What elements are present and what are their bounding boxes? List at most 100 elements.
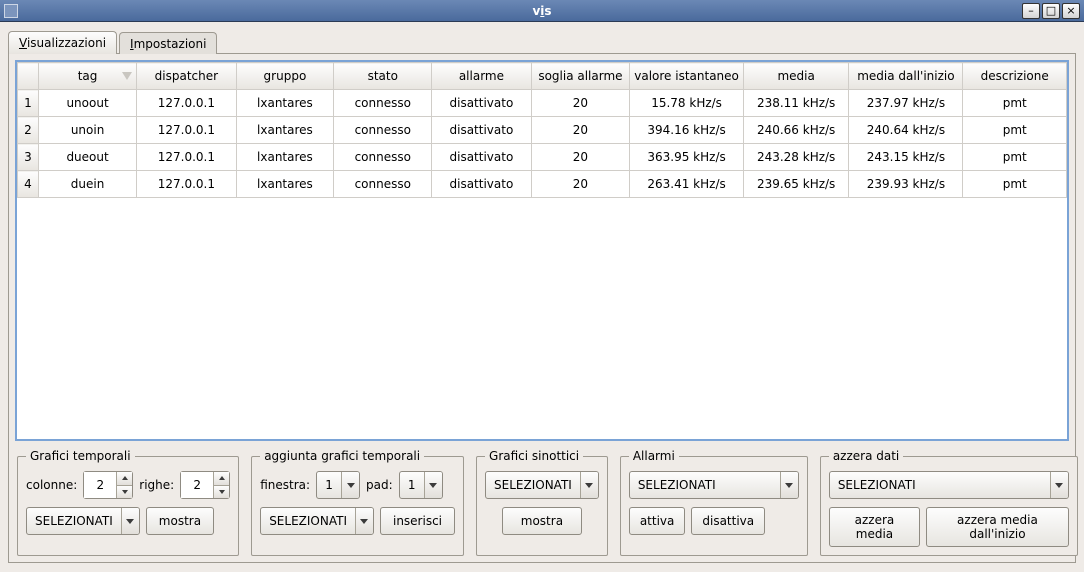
panel-azzera: azzera dati SELEZIONATI azzera media azz… [820,449,1078,556]
cell-stato: connesso [334,144,432,171]
colonne-spinner[interactable] [83,471,133,499]
disattiva-button[interactable]: disattiva [691,507,765,535]
row-number[interactable]: 1 [18,90,39,117]
cell-media: 238.11 kHz/s [743,90,848,117]
righe-label: righe: [139,478,174,492]
colonne-input[interactable] [84,472,116,498]
combo-value: SELEZIONATI [830,472,1050,498]
righe-spinner[interactable] [180,471,230,499]
combo-value: SELEZIONATI [261,508,355,534]
col-stato[interactable]: stato [334,63,432,90]
col-dispatcher[interactable]: dispatcher [137,63,236,90]
spin-up-icon[interactable] [213,472,229,485]
col-gruppo[interactable]: gruppo [236,63,334,90]
tab-impostazioni[interactable]: Impostazioni [119,32,217,54]
col-label: gruppo [264,69,307,83]
combo-value: 1 [317,472,341,498]
cell-valore: 263.41 kHz/s [630,171,744,198]
tab-visualizzazioni[interactable]: Visualizzazioni [8,31,117,54]
cell-tag: dueout [38,144,136,171]
cell-descrizione: pmt [963,117,1067,144]
row-number[interactable]: 3 [18,144,39,171]
col-label: media [777,69,814,83]
table-empty-area [17,198,1067,418]
cell-dispatcher: 127.0.0.1 [137,117,236,144]
combo-value: SELEZIONATI [27,508,121,534]
window-title: vis [0,4,1084,18]
minimize-button[interactable]: – [1022,3,1040,19]
col-soglia[interactable]: soglia allarme [531,63,630,90]
panel-legend: Allarmi [629,449,679,463]
table-row[interactable]: 1unoout127.0.0.1lxantaresconnessodisatti… [18,90,1067,117]
finestra-combo[interactable]: 1 [316,471,360,499]
cell-valore: 15.78 kHz/s [630,90,744,117]
col-label: dispatcher [155,69,218,83]
chevron-down-icon[interactable] [1050,472,1068,498]
chevron-down-icon[interactable] [341,472,359,498]
cell-media: 239.65 kHz/s [743,171,848,198]
azzera-sel-combo[interactable]: SELEZIONATI [829,471,1069,499]
spin-up-icon[interactable] [116,472,132,485]
cell-media: 240.66 kHz/s [743,117,848,144]
col-allarme[interactable]: allarme [432,63,531,90]
col-media-inizio[interactable]: media dall'inizio [849,63,963,90]
inserisci-button[interactable]: inserisci [380,507,455,535]
col-valore[interactable]: valore istantaneo [630,63,744,90]
cell-stato: connesso [334,117,432,144]
panel-legend: Grafici temporali [26,449,135,463]
spin-down-icon[interactable] [116,485,132,499]
chevron-down-icon[interactable] [355,508,373,534]
col-media[interactable]: media [743,63,848,90]
panel-sinottici: Grafici sinottici SELEZIONATI mostra [476,449,608,556]
row-number[interactable]: 4 [18,171,39,198]
col-tag[interactable]: tag [38,63,136,90]
row-number[interactable]: 2 [18,117,39,144]
sinottici-mostra-button[interactable]: mostra [502,507,582,535]
grafici-sel-combo[interactable]: SELEZIONATI [26,507,140,535]
cell-media: 243.28 kHz/s [743,144,848,171]
cell-soglia: 20 [531,90,630,117]
cell-soglia: 20 [531,117,630,144]
aggiunta-sel-combo[interactable]: SELEZIONATI [260,507,374,535]
chevron-down-icon[interactable] [121,508,139,534]
table-row[interactable]: 3dueout127.0.0.1lxantaresconnessodisatti… [18,144,1067,171]
cell-stato: connesso [334,90,432,117]
allarmi-sel-combo[interactable]: SELEZIONATI [629,471,799,499]
cell-valore: 363.95 kHz/s [630,144,744,171]
sinottici-sel-combo[interactable]: SELEZIONATI [485,471,599,499]
maximize-button[interactable]: □ [1042,3,1060,19]
cell-media-inizio: 237.97 kHz/s [849,90,963,117]
close-button[interactable]: × [1062,3,1080,19]
combo-value: 1 [400,472,424,498]
azzera-media-inizio-button[interactable]: azzera media dall'inizio [926,507,1069,547]
pad-label: pad: [366,478,393,492]
panel-legend: Grafici sinottici [485,449,583,463]
righe-input[interactable] [181,472,213,498]
cell-descrizione: pmt [963,171,1067,198]
panel-legend: azzera dati [829,449,903,463]
panel-legend: aggiunta grafici temporali [260,449,424,463]
col-label: descrizione [981,69,1049,83]
cell-allarme: disattivato [432,171,531,198]
azzera-media-button[interactable]: azzera media [829,507,920,547]
pad-combo[interactable]: 1 [399,471,443,499]
cell-tag: unoin [38,117,136,144]
col-descrizione[interactable]: descrizione [963,63,1067,90]
window-system-icon[interactable] [4,4,18,18]
chevron-down-icon[interactable] [424,472,442,498]
data-table: tag dispatcher gruppo stato allarme sogl… [17,62,1067,198]
finestra-label: finestra: [260,478,310,492]
cell-gruppo: lxantares [236,144,334,171]
table-row[interactable]: 2unoin127.0.0.1lxantaresconnessodisattiv… [18,117,1067,144]
mostra-button[interactable]: mostra [146,507,214,535]
cell-tag: unoout [38,90,136,117]
cell-allarme: disattivato [432,144,531,171]
chevron-down-icon[interactable] [780,472,798,498]
table-row[interactable]: 4duein127.0.0.1lxantaresconnessodisattiv… [18,171,1067,198]
chevron-down-icon[interactable] [580,472,598,498]
cell-gruppo: lxantares [236,90,334,117]
col-label: stato [368,69,398,83]
attiva-button[interactable]: attiva [629,507,686,535]
spin-down-icon[interactable] [213,485,229,499]
colonne-label: colonne: [26,478,77,492]
